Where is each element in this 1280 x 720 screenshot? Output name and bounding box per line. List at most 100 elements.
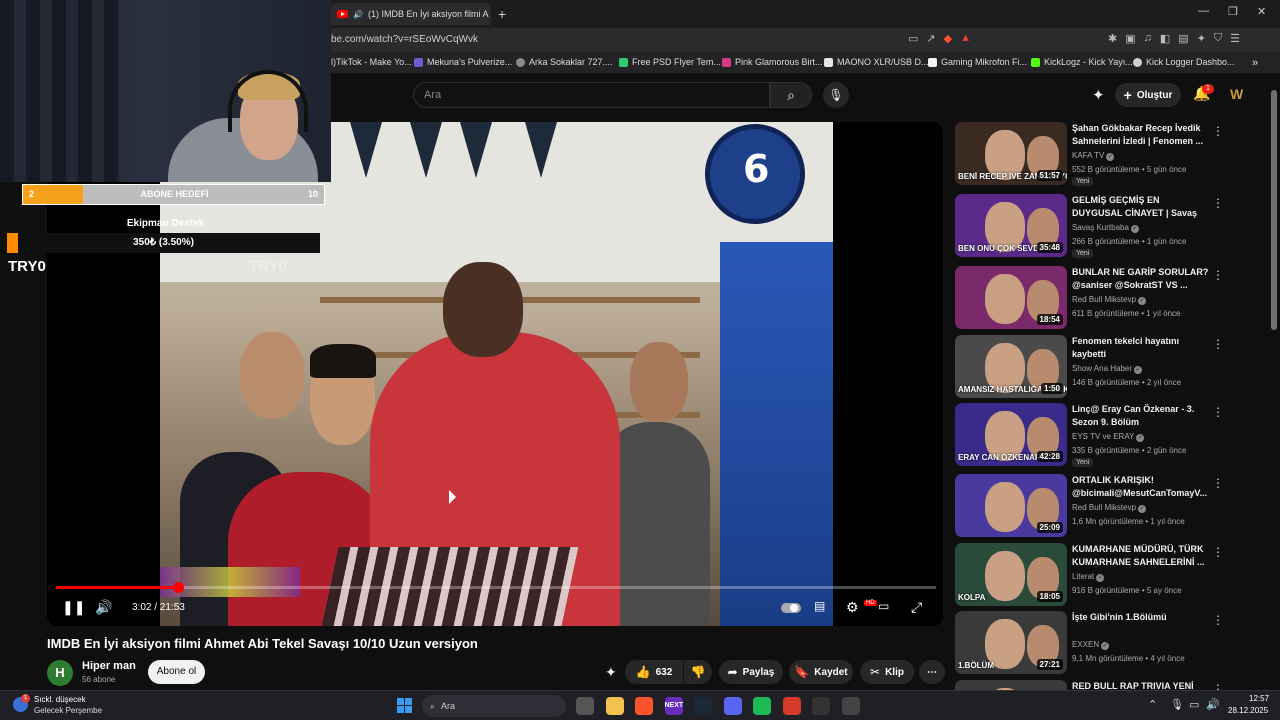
weather-forecast[interactable]: Sıckl. düşecek [34,695,86,704]
recommendation-channel[interactable]: Red Bull Mikstevp ✓ [1072,503,1147,513]
video-thumbnail[interactable]: 1.BÖLÜM 27:21 [955,611,1067,674]
clip-button[interactable]: ✂ Klip [860,660,914,684]
recommendation-channel[interactable]: Literat ✓ [1072,572,1105,582]
recommendation-title[interactable]: Linç@ Eray Can Özkenar - 3. Sezon 9. Böl… [1072,403,1210,429]
recommendation-channel[interactable]: EYS TV ve ERAY ✓ [1072,432,1145,442]
more-actions-button[interactable]: ⋯ [919,660,945,684]
share-page-icon[interactable]: ↗ [926,32,935,45]
ai-ask-icon[interactable]: ✦ [605,664,617,681]
recommendation-item[interactable]: ERAY CAN ÖZKENAR 42:28 Linç@ Eray Can Özke… [955,403,1225,467]
microphone-icon[interactable]: 🎙 [1170,698,1184,711]
url-field[interactable]: be.com/watch?v=rSEoWvCqWvk [331,34,478,45]
channel-name[interactable]: Hiper man [82,660,136,672]
recommendation-channel[interactable]: Savaş Kurtbaba ✓ [1072,223,1139,233]
more-options-icon[interactable]: ⋮ [1212,196,1224,210]
app-red-icon[interactable] [782,697,801,715]
maximize-button[interactable]: ❐ [1228,5,1238,18]
extensions-icon[interactable]: ✱ [1108,32,1117,45]
recommendation-title[interactable]: Şahan Gökbakar Recep İvedik Sahnelerini … [1072,122,1210,148]
video-thumbnail[interactable]: ERAY CAN ÖZKENAR 42:28 [955,403,1067,466]
cast-icon[interactable]: ▭ [908,32,918,45]
bookmark-item[interactable]: MAONO XLR/USB D... [824,57,929,67]
recommendation-item[interactable]: AMANSIZ HASTALIĞA YENİK 1:50 Fenomen tekel… [955,335,1225,399]
bookmark-item[interactable]: Arka Sokaklar 727.... [516,57,613,67]
menu-icon[interactable]: ☰ [1230,32,1240,45]
recommendation-channel[interactable]: KAFA TV ✓ [1072,151,1115,161]
leo-ai-icon[interactable]: ✦ [1197,32,1206,45]
recommendation-item[interactable]: KOLPA 18:05 KUMARHANE MÜDÜRÜ, TÜRK KUMARHA… [955,543,1225,607]
more-options-icon[interactable]: ⋮ [1212,124,1224,138]
tray-overflow-icon[interactable]: ⌃ [1148,698,1157,711]
steam-icon[interactable] [694,697,712,715]
recommendation-channel[interactable]: EXXEN ✓ [1072,640,1110,650]
dislike-button[interactable]: 👎 [684,660,712,684]
brave-icon[interactable] [635,697,653,715]
search-input[interactable]: Ara [413,82,770,108]
page-scrollbar[interactable] [1271,90,1277,330]
video-thumbnail[interactable]: BEN ONU ÇOK SEVDİ 35:48 [955,194,1067,257]
voice-search-button[interactable]: 🎙 [823,82,849,108]
subscribe-button[interactable]: Abone ol [148,660,205,684]
recommendation-item[interactable]: BEN ONU ÇOK SEVDİ 35:48 GELMİŞ GEÇMİŞ EN D… [955,194,1225,258]
volume-icon[interactable]: 🔊 [95,599,112,616]
bookmark-item[interactable]: Kick Logger Dashbo... [1133,57,1235,67]
file-explorer-icon[interactable] [605,697,624,715]
sidebar-icon[interactable]: ◧ [1160,32,1170,45]
close-window-button[interactable]: ✕ [1257,5,1266,18]
progress-scrubber[interactable] [172,582,184,593]
recommendation-title[interactable]: İşte Gibi'nin 1.Bölümü [1072,611,1210,624]
discord-icon[interactable] [723,697,742,715]
fullscreen-icon[interactable]: ⤢ [911,599,922,616]
recommendation-title[interactable]: GELMİŞ GEÇMİŞ EN DUYGUSAL CİNAYET | Sava… [1072,194,1210,220]
share-button[interactable]: ➦ Paylaş [719,660,783,684]
account-avatar[interactable]: W [1230,86,1243,102]
brave-rewards-icon[interactable]: ▲ [960,32,971,45]
video-thumbnail[interactable]: AMANSIZ HASTALIĞA YENİK 1:50 [955,335,1067,398]
video-thumbnail[interactable]: 25:09 [955,474,1067,537]
channel-avatar[interactable]: H [47,660,73,686]
recommendation-channel[interactable]: Red Bull Mikstevp ✓ [1072,295,1147,305]
wallet-icon[interactable]: ▤ [1178,32,1188,45]
bookmark-item[interactable]: Pink Glamorous Birt... [722,57,823,67]
clock-date[interactable]: 28.12.2025 [1228,706,1268,715]
network-icon[interactable]: ▭ [1189,698,1199,711]
spotify-icon[interactable] [753,697,771,715]
bookmark-item[interactable]: KickLogz - Kick Yayı... [1031,57,1133,67]
bookmark-item[interactable]: Mekuna's Pulverize... [414,57,512,67]
volume-icon[interactable]: 🔊 [1206,698,1220,711]
create-button[interactable]: + Oluştur [1115,83,1181,107]
bookmark-item[interactable]: l)TikTok - Make Yo... [331,57,412,67]
more-options-icon[interactable]: ⋮ [1212,268,1224,282]
media-icon[interactable]: ♫ [1144,32,1152,45]
video-thumbnail[interactable]: 18:54 [955,266,1067,329]
bookmark-item[interactable]: Free PSD Flyer Tem... [619,57,721,67]
more-options-icon[interactable]: ⋮ [1212,476,1224,490]
speaker-icon[interactable]: 🔊 [353,10,363,19]
minimize-button[interactable]: — [1198,5,1209,17]
settings-gear-icon[interactable]: ⚙ [846,599,859,616]
recommendation-item[interactable]: BENİ RECEP İVE ZANNEDİYORL51:57Şahan Gök… [955,122,1225,186]
autoplay-toggle[interactable] [781,603,801,613]
pause-icon[interactable]: ❚❚ [62,599,85,616]
taskbar-search[interactable]: ⌕ Ara [422,695,566,717]
bookmark-item[interactable]: Gaming Mikrofon Fi... [928,57,1027,67]
screenshot-icon[interactable]: ▣ [1125,32,1135,45]
recommendation-title[interactable]: Fenomen tekelci hayatını kaybetti [1072,335,1210,361]
recommendation-title[interactable]: ORTALIK KARIŞIK! @bicimali@MesutCanTomay… [1072,474,1210,500]
browser-tab-active[interactable]: 🔊 (1) IMDB En İyi aksiyon filmi A ✕ [331,3,491,25]
subtitles-icon[interactable]: ▤ [814,599,825,613]
like-button[interactable]: 👍 632 [625,660,683,684]
app-ring-icon[interactable] [812,697,830,715]
theater-mode-icon[interactable]: ▭ [878,599,889,613]
brave-shield-icon[interactable]: ◆ [944,32,952,45]
more-options-icon[interactable]: ⋮ [1212,337,1224,351]
recommendation-item[interactable]: 25:09 ORTALIK KARIŞIK! @bicimali@MesutCan… [955,474,1225,538]
recommendation-title[interactable]: BUNLAR NE GARİP SORULAR? @saniser @Sokra… [1072,266,1210,292]
kick-next-icon[interactable]: NEXT [664,697,683,715]
video-thumbnail[interactable]: BENİ RECEP İVE ZANNEDİYORL51:57 [955,122,1067,185]
recommendation-item[interactable]: 18:54 BUNLAR NE GARİP SORULAR? @saniser @… [955,266,1225,330]
more-options-icon[interactable]: ⋮ [1212,545,1224,559]
progress-bar[interactable] [56,582,936,593]
video-thumbnail[interactable]: KOLPA 18:05 [955,543,1067,606]
new-tab-button[interactable]: + [498,6,506,22]
